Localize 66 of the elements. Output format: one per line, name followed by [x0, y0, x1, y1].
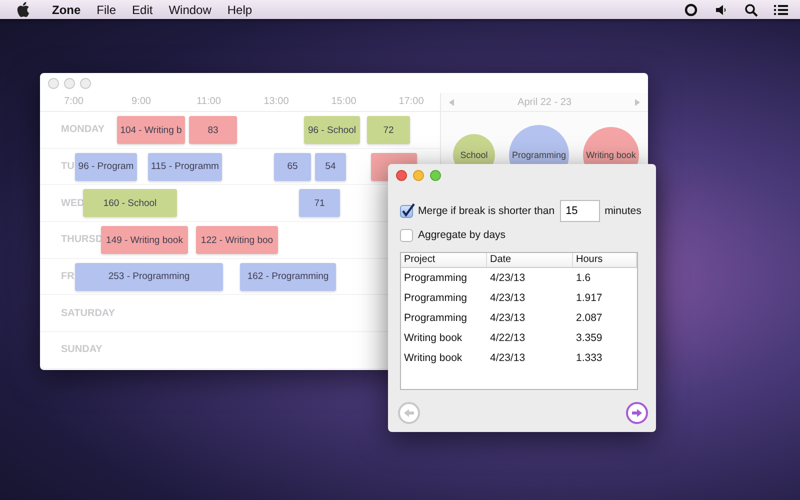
table-cell-text: 4/23/13: [489, 272, 526, 284]
time-block[interactable]: 72: [367, 116, 410, 144]
time-block[interactable]: 115 - Programm: [148, 152, 222, 181]
menu-item[interactable]: Window: [168, 2, 212, 16]
column-header[interactable]: Project: [401, 253, 487, 267]
search-icon[interactable]: [744, 2, 758, 16]
table-cell-text: 4/23/13: [489, 292, 526, 304]
left-arrow-icon: [404, 408, 414, 418]
time-label: 15:00: [330, 95, 358, 109]
minutes-field[interactable]: 15: [560, 200, 600, 222]
table-cell-text: 2.087: [575, 312, 604, 324]
volume-icon[interactable]: [714, 2, 728, 16]
table-cell-text: 4/23/13: [489, 312, 526, 324]
time-block[interactable]: 96 - School: [304, 116, 360, 144]
menu-item[interactable]: Edit: [132, 2, 153, 16]
right-arrow-icon: [632, 408, 642, 418]
time-label: 17:00: [398, 95, 425, 109]
time-block[interactable]: 253 - Programming: [75, 262, 223, 291]
list-icon[interactable]: [774, 2, 788, 16]
time-block[interactable]: 149 - Writing book: [101, 226, 188, 254]
time-block[interactable]: 104 - Writing b: [117, 116, 185, 144]
table-cell-text: Programming: [403, 272, 468, 284]
menu-item[interactable]: File: [96, 2, 116, 16]
previous-icon[interactable]: [449, 98, 454, 106]
time-label: 9:00: [130, 95, 152, 109]
window-control-icon[interactable]: [48, 78, 59, 88]
table-cell-text: 4/23/13: [489, 352, 526, 364]
time-label: 11:00: [196, 95, 222, 109]
window-control-icon[interactable]: [396, 170, 407, 180]
table-cell-text: 1.917: [575, 292, 604, 304]
table-cell-text: Programming: [403, 312, 468, 324]
sync-icon[interactable]: [684, 2, 698, 16]
time-block[interactable]: 83: [189, 116, 237, 144]
table-cell-text: Programming: [403, 292, 468, 304]
table-cell-text: 1.333: [575, 352, 604, 364]
checkbox-label: Merge if break is shorter than: [418, 205, 555, 217]
time-block[interactable]: 71: [299, 189, 340, 218]
menu-item[interactable]: Help: [227, 2, 252, 16]
time-block[interactable]: 65: [274, 152, 311, 181]
window-control-icon[interactable]: [64, 78, 75, 88]
column-header[interactable]: Date: [487, 253, 573, 267]
table-cell-text: 3.359: [575, 332, 604, 344]
unit-label: minutes: [604, 205, 642, 217]
checkbox[interactable]: [400, 228, 413, 242]
time-label: 7:00: [63, 95, 84, 109]
date-range: April 22 - 23: [518, 96, 572, 108]
window-control-icon[interactable]: [430, 170, 441, 180]
next-icon[interactable]: [634, 98, 640, 106]
window-control-icon[interactable]: [80, 78, 91, 88]
time-block[interactable]: 160 - School: [83, 189, 177, 218]
window-control-icon[interactable]: [413, 170, 424, 180]
time-block[interactable]: 162 - Programming: [240, 262, 336, 291]
time-block[interactable]: 54: [315, 152, 346, 181]
table-cell-text: Writing book: [403, 332, 464, 344]
table-cell-text: Writing book: [403, 352, 464, 364]
menu-item[interactable]: Zone: [52, 2, 81, 16]
time-block[interactable]: 122 - Writing boo: [196, 226, 278, 254]
table-cell-text: 4/22/13: [489, 332, 526, 344]
time-block[interactable]: 96 - Program: [75, 152, 137, 181]
checkbox[interactable]: [400, 204, 413, 218]
apple-icon[interactable]: [16, 2, 30, 17]
table-cell-text: 1.6: [575, 272, 592, 284]
time-label: 13:00: [262, 95, 290, 109]
checkbox-label: Aggregate by days: [418, 229, 506, 241]
next-button[interactable]: [626, 402, 648, 424]
column-header[interactable]: Hours: [573, 253, 637, 267]
